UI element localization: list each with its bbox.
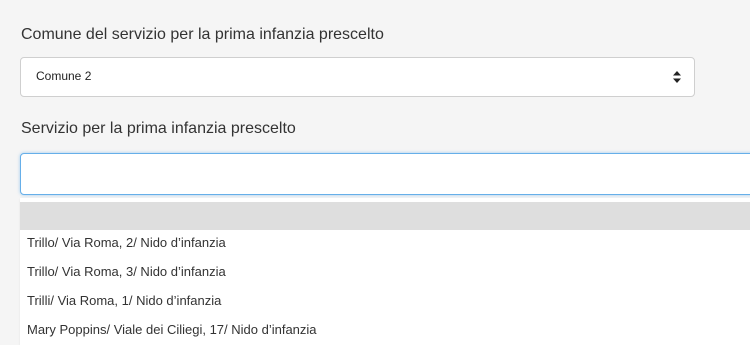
sort-arrows-icon	[673, 71, 681, 83]
servizio-option[interactable]: Trillo/ Via Roma, 2/ Nido d’infanzia	[27, 235, 226, 250]
servizio-combobox-input[interactable]	[20, 153, 750, 195]
comune-select[interactable]: Comune 2	[20, 57, 695, 97]
servizio-option[interactable]: Trilli/ Via Roma, 1/ Nido d’infanzia	[27, 293, 221, 308]
form-page: Comune del servizio per la prima infanzi…	[0, 0, 750, 345]
comune-label: Comune del servizio per la prima infanzi…	[21, 26, 384, 43]
servizio-option[interactable]: Mary Poppins/ Viale dei Ciliegi, 17/ Nid…	[27, 322, 317, 337]
servizio-label: Servizio per la prima infanzia prescelto	[21, 120, 296, 137]
servizio-option-empty[interactable]	[20, 202, 750, 230]
servizio-dropdown-list: Trillo/ Via Roma, 2/ Nido d’infanzia Tri…	[20, 198, 750, 345]
comune-select-value: Comune 2	[36, 69, 92, 83]
servizio-option[interactable]: Trillo/ Via Roma, 3/ Nido d’infanzia	[27, 264, 226, 279]
